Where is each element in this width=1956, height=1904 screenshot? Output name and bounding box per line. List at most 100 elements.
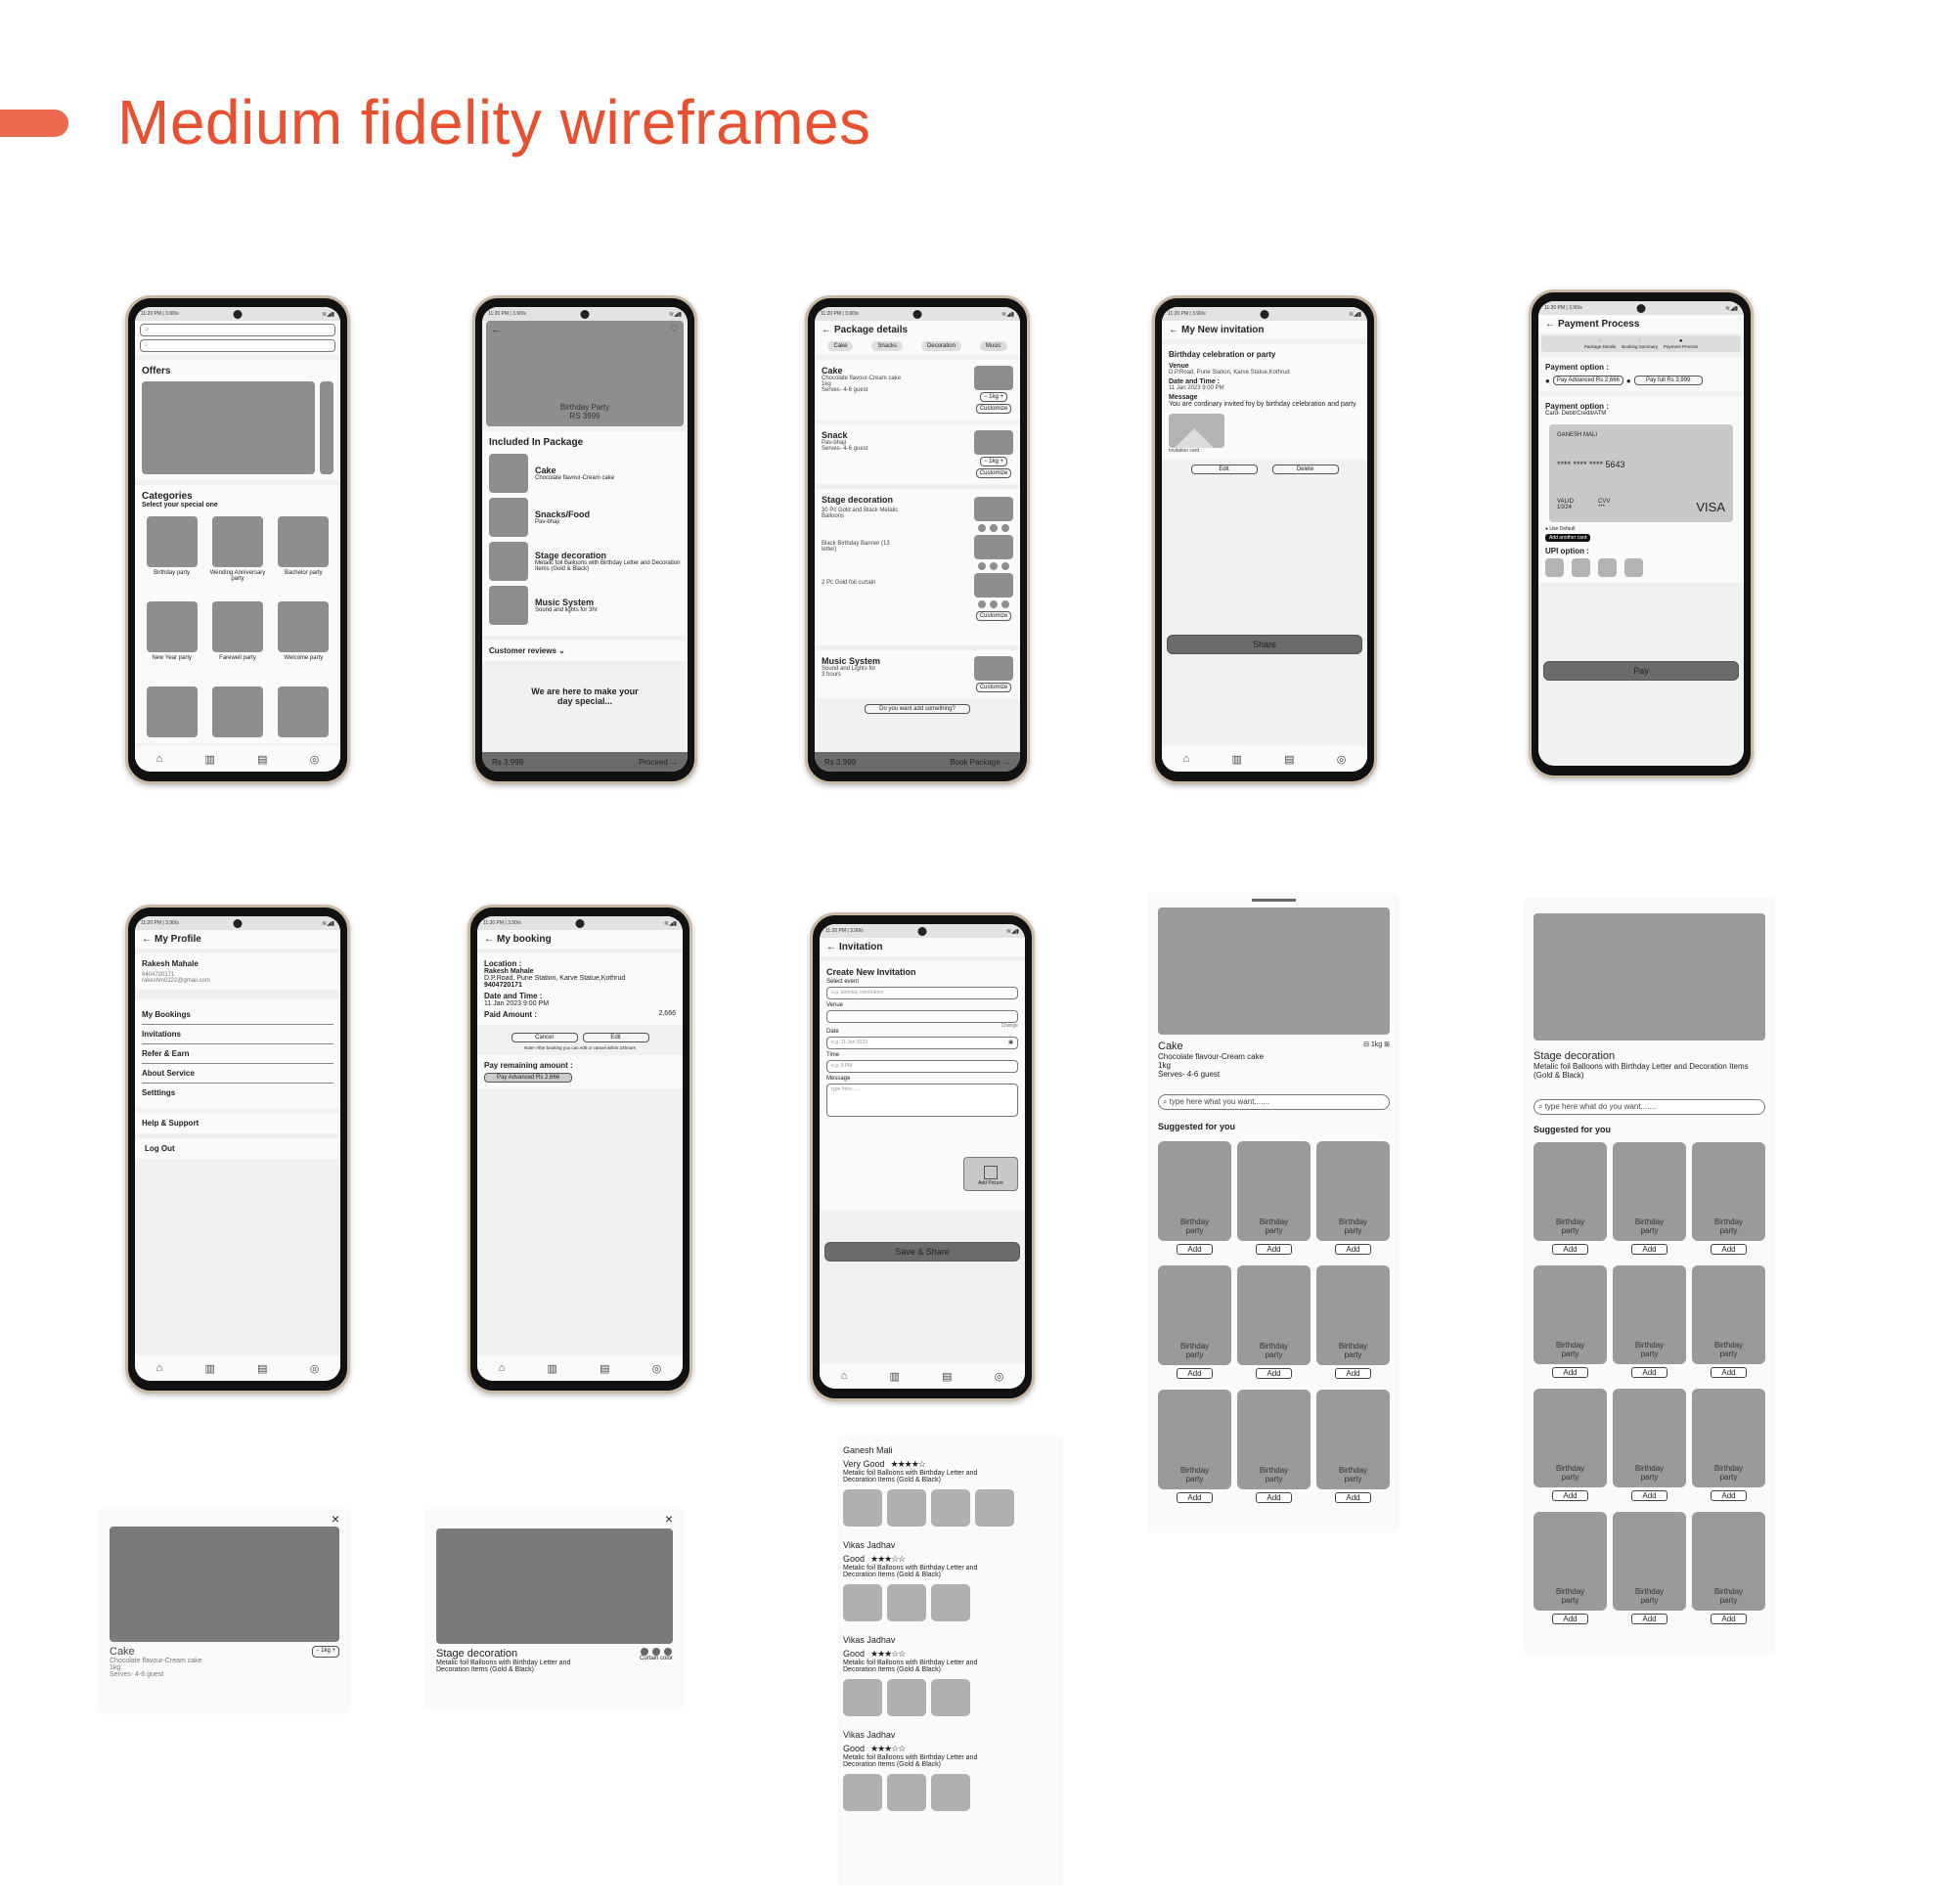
review-photo[interactable]	[887, 1679, 926, 1716]
quantity-stepper[interactable]: − 1kg +	[979, 457, 1007, 466]
profile-menu-item[interactable]: Setttings	[142, 1084, 333, 1102]
home-icon[interactable]: ⌂	[156, 753, 163, 765]
color-swatches[interactable]	[978, 600, 1009, 608]
package-item[interactable]: Stage decoration Metalic foil Balloons wi…	[489, 542, 681, 581]
back-arrow-icon[interactable]: ←	[142, 934, 152, 945]
review-photo[interactable]	[843, 1774, 882, 1811]
pay-advanced-option[interactable]: Pay Advanced Rs 2,666	[1552, 376, 1623, 385]
event-input[interactable]: e.g. birthday celebration	[826, 987, 1018, 999]
search-input[interactable]: ⌕	[140, 339, 335, 352]
suggestion-card[interactable]: Birthday party Add	[1692, 1512, 1765, 1629]
suggestion-card[interactable]: Birthday party Add	[1613, 1389, 1686, 1506]
tab-cake[interactable]: Cake	[827, 341, 854, 351]
book-package-button[interactable]: Book Package →	[950, 758, 1010, 767]
review-photo[interactable]	[843, 1584, 882, 1621]
suggestion-card[interactable]: Birthday party Add	[1237, 1141, 1311, 1260]
save-share-button[interactable]: Save & Share	[824, 1242, 1020, 1262]
add-button[interactable]: Add	[1335, 1492, 1371, 1503]
add-button[interactable]: Add	[1256, 1492, 1292, 1503]
document-icon[interactable]: ▤	[942, 1370, 952, 1383]
edit-button[interactable]: Edit	[582, 1033, 649, 1042]
customize-button[interactable]: Customize	[975, 468, 1012, 478]
suggestion-card[interactable]: Birthday party Add	[1534, 1512, 1607, 1629]
back-arrow-icon[interactable]: ←	[822, 325, 831, 335]
close-icon[interactable]: ×	[665, 1511, 673, 1527]
pay-remaining-button[interactable]: Pay Advanced Rs 2,666	[484, 1073, 573, 1083]
offer-banner[interactable]	[142, 381, 315, 474]
suggestion-card[interactable]: Birthday party Add	[1692, 1142, 1765, 1260]
close-icon[interactable]: ×	[332, 1511, 339, 1527]
profile-icon[interactable]: ◎	[1337, 753, 1347, 766]
suggestion-card[interactable]: Birthday party Add	[1534, 1142, 1607, 1260]
profile-menu-item[interactable]: Invitations	[142, 1025, 333, 1044]
add-button[interactable]: Add	[1711, 1614, 1747, 1624]
book-icon[interactable]: ▥	[889, 1370, 899, 1383]
add-button[interactable]: Add	[1256, 1244, 1292, 1255]
delete-button[interactable]: Delete	[1271, 465, 1339, 474]
book-icon[interactable]: ▥	[547, 1362, 556, 1375]
add-button[interactable]: Add	[1552, 1367, 1588, 1378]
profile-menu-item[interactable]: Refer & Earn	[142, 1044, 333, 1064]
add-button[interactable]: Add	[1711, 1367, 1747, 1378]
edit-button[interactable]: Edit	[1190, 465, 1258, 474]
add-button[interactable]: Add	[1711, 1244, 1747, 1255]
upi-app-icon[interactable]	[1624, 558, 1643, 577]
review-photo[interactable]	[887, 1584, 926, 1621]
review-photo[interactable]	[975, 1489, 1014, 1527]
profile-icon[interactable]: ◎	[310, 753, 320, 766]
review-photo[interactable]	[931, 1679, 970, 1716]
add-button[interactable]: Add	[1711, 1490, 1747, 1501]
profile-menu-item[interactable]: My Bookings	[142, 1005, 333, 1025]
share-button[interactable]: Share	[1167, 635, 1362, 654]
add-picture-button[interactable]: Add Picture	[963, 1157, 1018, 1191]
suggestion-card[interactable]: Birthday party Add	[1158, 1265, 1231, 1384]
time-input[interactable]: e.g. 9 PM	[826, 1060, 1018, 1073]
profile-icon[interactable]: ◎	[310, 1362, 320, 1375]
suggestion-card[interactable]: Birthday party Add	[1316, 1390, 1390, 1508]
tab-snacks[interactable]: Snacks	[871, 341, 904, 351]
home-icon[interactable]: ⌂	[499, 1362, 506, 1374]
back-arrow-icon[interactable]: ←	[826, 942, 836, 952]
category-card[interactable]: Bachelor party	[274, 516, 333, 596]
add-button[interactable]: Add	[1552, 1244, 1588, 1255]
add-button[interactable]: Add	[1631, 1367, 1667, 1378]
add-button[interactable]: Add	[1177, 1492, 1213, 1503]
color-swatches[interactable]	[640, 1648, 673, 1656]
suggestion-card[interactable]: Birthday party Add	[1534, 1389, 1607, 1506]
review-photo[interactable]	[843, 1489, 882, 1527]
upi-app-icon[interactable]	[1598, 558, 1617, 577]
help-support-item[interactable]: Help & Support	[135, 1113, 340, 1133]
category-card[interactable]: Birthday party	[142, 516, 201, 596]
venue-input[interactable]	[826, 1010, 1018, 1023]
upi-app-icon[interactable]	[1572, 558, 1590, 577]
category-card[interactable]	[207, 686, 267, 737]
customize-button[interactable]: Customize	[975, 683, 1012, 692]
category-card[interactable]: New Year party	[142, 601, 201, 681]
upi-app-icon[interactable]	[1545, 558, 1564, 577]
suggestion-card[interactable]: Birthday party Add	[1534, 1265, 1607, 1383]
home-icon[interactable]: ⌂	[841, 1370, 848, 1382]
quantity-stepper[interactable]: − 1kg +	[979, 392, 1007, 402]
category-card[interactable]: Wending Anniversary party	[207, 516, 267, 596]
credit-card[interactable]: GANESH MALI **** **** **** 5643 VALID 10…	[1549, 424, 1733, 522]
document-icon[interactable]: ▤	[257, 753, 267, 766]
category-card[interactable]	[274, 686, 333, 737]
category-card[interactable]: Welcome party	[274, 601, 333, 681]
category-card[interactable]	[142, 686, 201, 737]
book-icon[interactable]: ▥	[204, 1362, 214, 1375]
add-something-button[interactable]: Do you want add something?	[865, 704, 970, 714]
add-button[interactable]: Add	[1256, 1368, 1292, 1379]
customize-button[interactable]: Customize	[975, 611, 1012, 621]
review-photo[interactable]	[931, 1489, 970, 1527]
document-icon[interactable]: ▤	[1284, 753, 1294, 766]
radio-icon[interactable]: ●	[1545, 376, 1550, 385]
suggestion-card[interactable]: Birthday party Add	[1237, 1265, 1311, 1384]
suggestion-card[interactable]: Birthday party Add	[1613, 1512, 1686, 1629]
customer-reviews-toggle[interactable]: Customer reviews ⌄	[482, 641, 688, 661]
color-swatches[interactable]	[978, 524, 1009, 532]
home-icon[interactable]: ⌂	[156, 1362, 163, 1374]
document-icon[interactable]: ▤	[257, 1362, 267, 1375]
add-button[interactable]: Add	[1335, 1368, 1371, 1379]
use-default-toggle[interactable]: ● Use Default	[1545, 526, 1737, 532]
offer-banner[interactable]	[319, 381, 333, 474]
